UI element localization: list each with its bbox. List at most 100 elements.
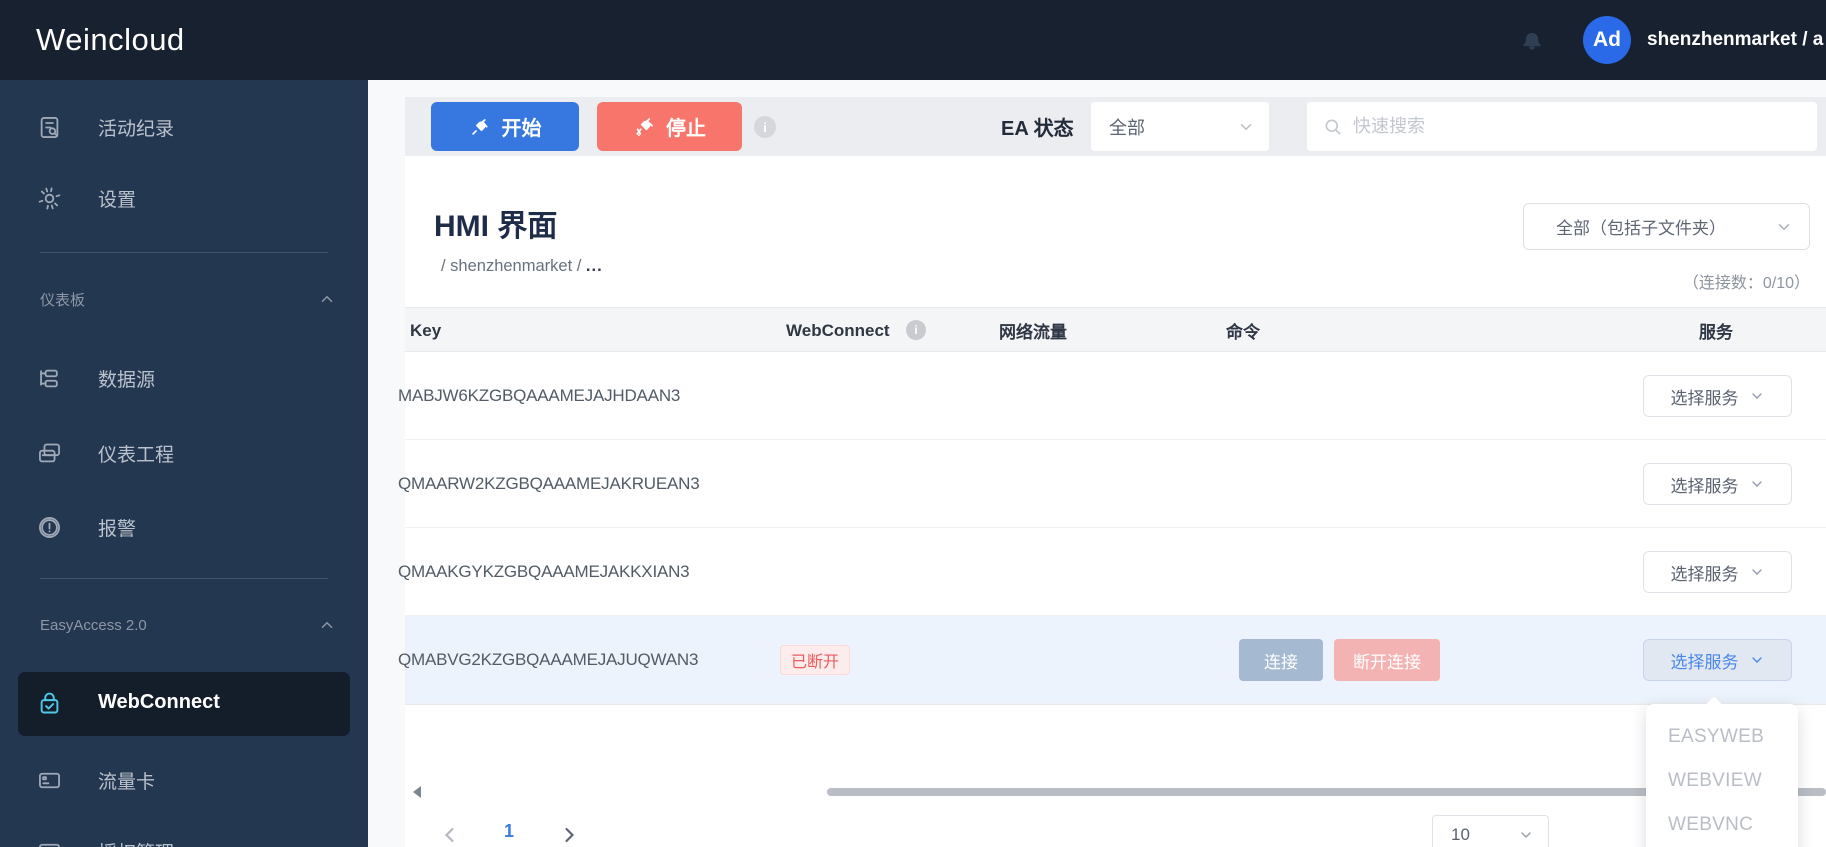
chevron-down-icon — [1749, 476, 1765, 492]
table-header: Key WebConnect i 网络流量 命令 服务 — [405, 307, 1826, 352]
weincloud-logo: Weincloud — [36, 22, 185, 57]
sidebar-item-label: WebConnect — [98, 691, 220, 713]
data-card-icon — [36, 767, 63, 794]
column-webconnect: WebConnect — [786, 320, 890, 340]
sidebar-item-label: 仪表工程 — [98, 444, 175, 466]
column-command: 命令 — [1226, 323, 1260, 342]
scroll-left-arrow-icon[interactable] — [410, 784, 424, 800]
menu-item-easyweb[interactable]: EASYWEB — [1668, 720, 1764, 754]
breadcrumb-more[interactable]: ... — [586, 257, 603, 275]
sidebar-item-label: 授权管理 — [98, 838, 174, 847]
webconnect-info-icon[interactable]: i — [906, 320, 926, 340]
sidebar-item-webconnect[interactable]: WebConnect — [18, 672, 350, 736]
pagination-next-icon[interactable] — [557, 823, 581, 847]
select-service-button[interactable]: 选择服务 — [1643, 551, 1792, 593]
section-label: EasyAccess 2.0 — [40, 616, 147, 634]
start-button[interactable]: 开始 — [431, 102, 579, 151]
column-network-traffic: 网络流量 — [999, 323, 1067, 342]
notification-bell-icon[interactable] — [1518, 26, 1546, 54]
chevron-down-icon — [1749, 652, 1765, 668]
weincloud-app: Weincloud Ad shenzhenmarket / a 活动纪录 设置 … — [0, 0, 1826, 847]
plug-connect-icon — [469, 116, 491, 138]
page-size-value: 10 — [1451, 825, 1470, 844]
page-size-select[interactable]: 10 — [1432, 815, 1549, 847]
disconnect-button[interactable]: 断开连接 — [1334, 639, 1440, 681]
card-icon — [36, 838, 63, 847]
hmi-key: QMAARW2KZGBQAAAMEJAKRUEAN3 — [398, 474, 700, 493]
table-row: MABJW6KZGBQAAAMEJAJHDAAN3 选择服务 — [398, 352, 1826, 440]
datasource-tree-icon — [36, 365, 63, 392]
column-key: Key — [410, 320, 442, 340]
content-panel: 开始 停止 i EA 状态 全部 快速搜索 HMI 界面 / shenzhenm… — [398, 97, 1826, 847]
content-gutter — [368, 80, 405, 847]
sidebar-divider — [40, 578, 328, 579]
sidebar-item-settings[interactable]: 设置 — [0, 175, 368, 221]
status-badge-disconnected: 已断开 — [780, 645, 851, 675]
breadcrumb: / shenzhenmarket / ... — [441, 257, 603, 276]
sidebar-item-label: 报警 — [98, 518, 137, 540]
select-service-label: 选择服务 — [1670, 652, 1739, 672]
breadcrumb-path[interactable]: / shenzhenmarket / — [441, 257, 581, 275]
sidebar-item-datasource[interactable]: 数据源 — [0, 355, 368, 401]
select-service-button[interactable]: 选择服务 — [1643, 463, 1792, 505]
sidebar-section-dashboard[interactable]: 仪表板 — [40, 285, 333, 313]
chevron-down-icon — [1518, 827, 1534, 843]
connection-count: （连接数：0/10） — [1682, 275, 1810, 292]
chevron-down-icon — [1237, 118, 1255, 136]
ea-status-label: EA 状态 — [1001, 118, 1074, 140]
ea-status-value: 全部 — [1109, 117, 1145, 138]
sidebar-divider — [40, 252, 328, 253]
toolbar-info-icon[interactable]: i — [754, 116, 776, 138]
sidebar-section-easyaccess[interactable]: EasyAccess 2.0 — [40, 611, 333, 639]
folder-filter-value: 全部（包括子文件夹） — [1556, 219, 1726, 238]
sidebar-item-label: 活动纪录 — [98, 118, 175, 140]
table-row: QMAAKGYKZGBQAAAMEJAKKXIAN3 选择服务 — [398, 528, 1826, 616]
stop-button-label: 停止 — [666, 118, 706, 140]
menu-item-webvnc[interactable]: WEBVNC — [1668, 808, 1753, 842]
gear-icon — [36, 185, 63, 212]
folder-filter-select[interactable]: 全部（包括子文件夹） — [1523, 203, 1810, 250]
chevron-down-icon — [1749, 388, 1765, 404]
menu-item-webview[interactable]: WEBVIEW — [1668, 764, 1762, 798]
select-service-label: 选择服务 — [1670, 564, 1739, 584]
quick-search — [1307, 102, 1817, 151]
pagination-prev-icon[interactable] — [438, 823, 462, 847]
select-service-button[interactable]: 选择服务 — [1643, 375, 1792, 417]
user-avatar[interactable]: Ad — [1583, 16, 1631, 64]
ea-status-select[interactable]: 全部 — [1091, 102, 1269, 151]
search-input[interactable] — [1353, 116, 1793, 137]
search-icon — [1323, 117, 1343, 137]
plug-disconnect-icon — [633, 116, 655, 138]
table-row: QMAARW2KZGBQAAAMEJAKRUEAN3 选择服务 — [398, 440, 1826, 528]
sidebar-item-label: 流量卡 — [98, 771, 156, 793]
hmi-key: MABJW6KZGBQAAAMEJAJHDAAN3 — [398, 386, 681, 405]
service-dropdown-menu: EASYWEB WEBVIEW WEBVNC — [1646, 696, 1798, 847]
hmi-key: QMAAKGYKZGBQAAAMEJAKKXIAN3 — [398, 562, 690, 581]
stop-button[interactable]: 停止 — [597, 102, 742, 151]
pagination-page-1[interactable]: 1 — [497, 821, 521, 842]
account-name[interactable]: shenzhenmarket / a — [1647, 0, 1826, 80]
sidebar-item-dashboard-project[interactable]: 仪表工程 — [0, 430, 368, 476]
select-service-label: 选择服务 — [1670, 476, 1739, 496]
hmi-key: QMABVG2KZGBQAAAMEJAJUQWAN3 — [398, 650, 699, 669]
clipboard-search-icon — [36, 114, 63, 141]
sidebar-item-alarm[interactable]: 报警 — [0, 504, 368, 550]
sidebar-item-activity-log[interactable]: 活动纪录 — [0, 104, 368, 150]
select-service-button-open[interactable]: 选择服务 — [1643, 639, 1792, 681]
sidebar-item-label: 数据源 — [98, 369, 156, 391]
table-row-selected: QMABVG2KZGBQAAAMEJAJUQWAN3 已断开 连接 断开连接 选… — [398, 616, 1826, 704]
select-service-label: 选择服务 — [1670, 388, 1739, 408]
topbar: Weincloud Ad shenzhenmarket / a — [0, 0, 1826, 80]
lock-check-icon — [36, 690, 63, 717]
connect-button[interactable]: 连接 — [1239, 639, 1323, 681]
sidebar-item-license-management[interactable]: 授权管理 — [0, 828, 368, 847]
chevron-up-icon[interactable] — [318, 616, 336, 634]
sidebar-item-data-card[interactable]: 流量卡 — [0, 757, 368, 803]
chevron-down-icon — [1775, 218, 1793, 236]
start-button-label: 开始 — [501, 118, 542, 140]
chevron-up-icon[interactable] — [318, 290, 336, 308]
table-bottom-border — [405, 704, 1826, 705]
chevron-down-icon — [1749, 564, 1765, 580]
page-title: HMI 界面 — [434, 210, 558, 243]
sidebar-item-label: 设置 — [98, 189, 137, 211]
